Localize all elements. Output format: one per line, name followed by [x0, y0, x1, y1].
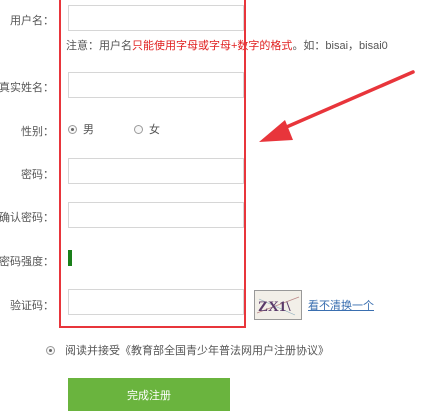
gender-label: 性别：: [21, 126, 54, 138]
gender-radio-group: 男 女: [68, 121, 160, 137]
realname-input[interactable]: [68, 72, 244, 98]
gender-male-label: 男: [83, 124, 94, 136]
confirm-password-input[interactable]: [68, 202, 244, 228]
gender-female-label: 女: [149, 124, 160, 136]
agreement-radio[interactable]: [46, 345, 55, 355]
agreement-text: 阅读并接受《教育部全国青少年普法网用户注册协议》: [65, 345, 329, 357]
submit-button[interactable]: 完成注册: [68, 378, 230, 411]
captcha-text: ZX1\: [258, 299, 291, 315]
password-strength-bar: [68, 250, 72, 266]
captcha-label: 验证码：: [10, 300, 54, 312]
realname-label: 真实姓名：: [0, 82, 54, 94]
captcha-graphic: ZX1\: [255, 291, 301, 319]
gender-female-radio[interactable]: [134, 124, 143, 134]
captcha-image[interactable]: ZX1\: [254, 290, 302, 320]
agreement-row: 阅读并接受《教育部全国青少年普法网用户注册协议》: [46, 342, 329, 358]
gender-male-radio[interactable]: [68, 124, 77, 134]
note-emphasis: 只能使用字母或字母+数字的格式: [132, 40, 293, 52]
username-note: 注意：用户名只能使用字母或字母+数字的格式。如：bisai，bisai0: [66, 37, 388, 53]
note-suffix: 。如：bisai，bisai0: [292, 40, 388, 52]
annotation-arrow-icon: [259, 70, 415, 142]
captcha-refresh-link[interactable]: 看不清换一个: [308, 297, 374, 313]
password-strength-label: 密码强度：: [0, 256, 54, 268]
confirm-password-label: 确认密码：: [0, 212, 54, 224]
username-input[interactable]: [68, 5, 244, 31]
username-label: 用户名：: [10, 15, 54, 27]
password-label: 密码：: [21, 169, 54, 181]
note-prefix: 注意：用户名: [66, 40, 132, 52]
captcha-input[interactable]: [68, 289, 244, 315]
password-input[interactable]: [68, 158, 244, 184]
